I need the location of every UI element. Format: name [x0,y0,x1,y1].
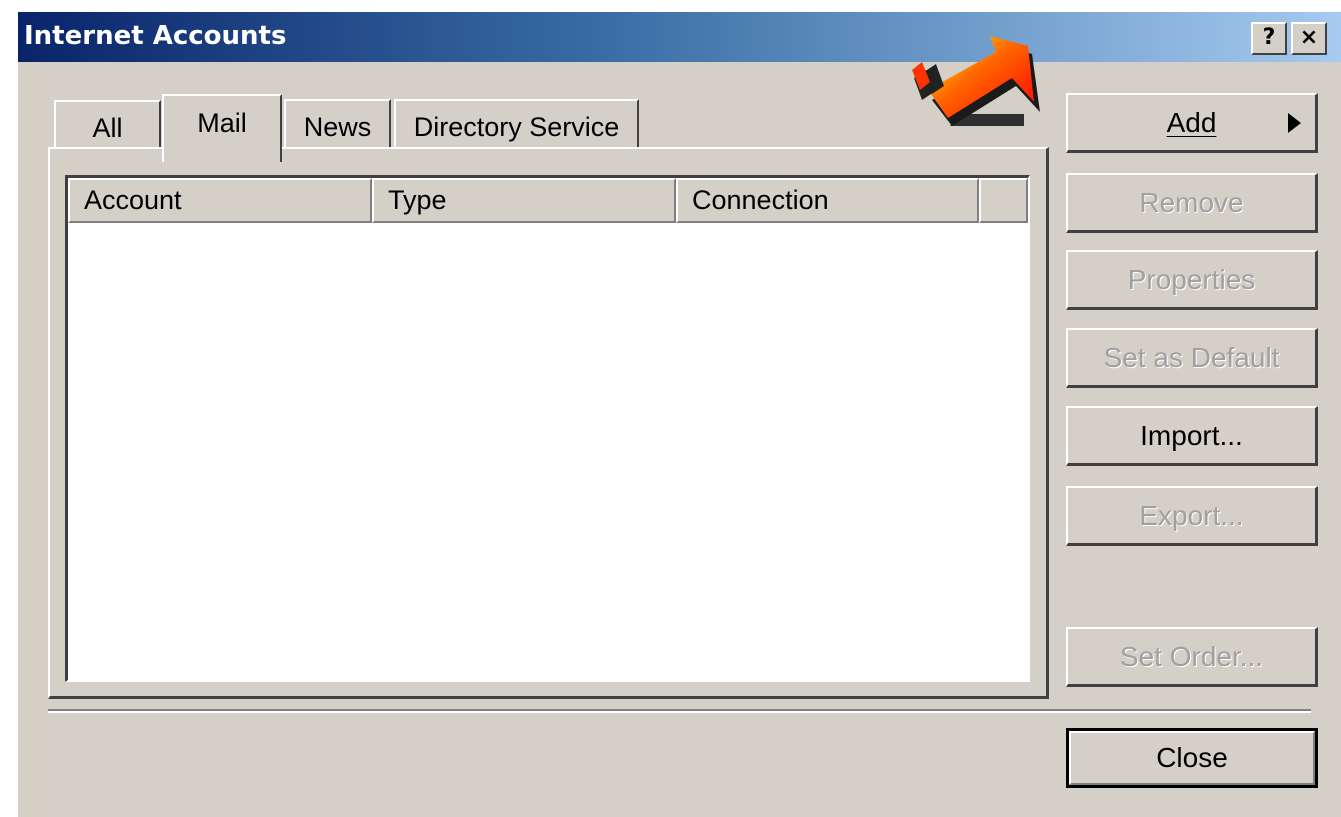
column-header-connection[interactable]: Connection [676,178,979,223]
play-icon [1288,113,1301,133]
window-title: Internet Accounts [24,21,287,51]
export-button[interactable]: Export... [1066,486,1318,546]
column-header-account[interactable]: Account [68,178,372,223]
set-as-default-button[interactable]: Set as Default [1066,328,1318,388]
arrow-pointer-icon [912,36,1040,126]
list-header: Account Type Connection [68,178,1028,223]
import-button[interactable]: Import... [1066,406,1318,466]
divider [48,709,1311,713]
column-header-type[interactable]: Type [372,178,676,223]
set-order-button[interactable]: Set Order... [1066,627,1318,687]
add-button-label: Add [1166,107,1217,138]
add-button[interactable]: Add [1066,93,1318,153]
title-bar[interactable]: Internet Accounts ? × [18,12,1341,62]
column-header-filler [979,178,1028,223]
properties-button[interactable]: Properties [1066,250,1318,310]
internet-accounts-dialog: Internet Accounts ? × All Mail News Dire… [18,12,1341,817]
accounts-list[interactable]: Account Type Connection [65,175,1030,682]
remove-button[interactable]: Remove [1066,173,1318,233]
close-button[interactable]: Close [1066,728,1318,788]
help-button[interactable]: ? [1251,22,1287,55]
close-button-label: Close [1069,731,1315,785]
list-body[interactable] [68,223,1028,680]
close-window-button[interactable]: × [1291,22,1327,55]
tab-mail[interactable]: Mail [162,94,282,162]
